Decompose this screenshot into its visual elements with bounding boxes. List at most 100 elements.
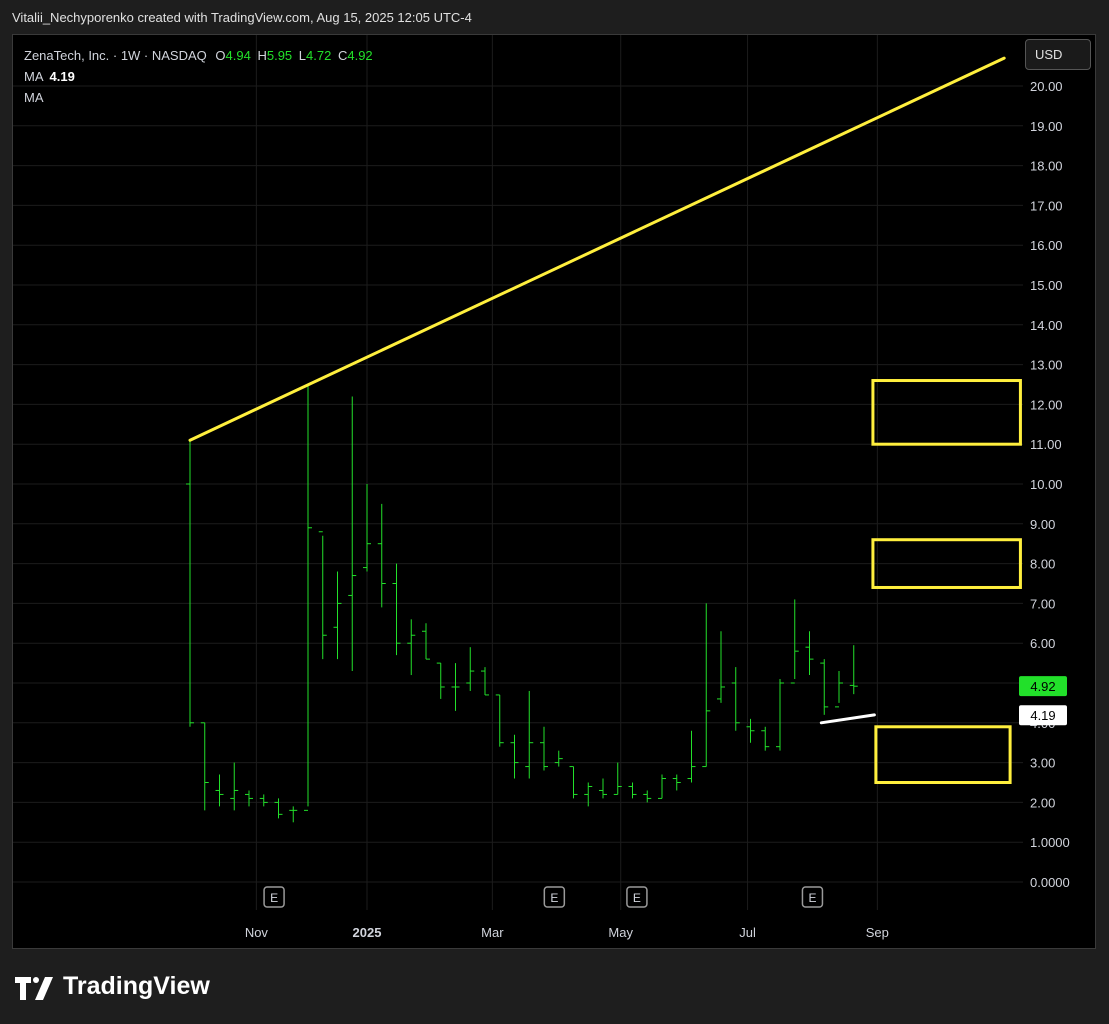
y-tick-label: 15.00 [1030,278,1063,293]
y-tick-label: 12.00 [1030,397,1063,412]
ohlc-bar [304,384,312,811]
earnings-marker[interactable]: E [263,886,285,908]
ohlc-bar [790,599,799,684]
ohlc-bar [215,774,224,807]
ohlc-bar [348,396,357,672]
ohlc-bar [820,659,829,715]
tradingview-brand: TradingView [63,972,210,1000]
zone-rectangle [874,725,1012,785]
tradingview-logo: TradingView [15,972,210,1001]
last-price-label-text: 4.92 [1030,679,1055,694]
ohlc-bar [658,774,666,799]
ohlc-bar [628,782,637,799]
y-tick-label: 14.00 [1030,318,1063,333]
ohlc-bar [554,750,563,767]
ohlc-bar [776,679,784,751]
ohlc-bar [186,440,194,727]
y-tick-label: 20.00 [1030,79,1063,94]
earnings-marker[interactable]: E [543,886,566,908]
y-tick-label: 8.00 [1030,557,1055,572]
ohlc-bar [835,671,843,708]
ohlc-bar [466,647,475,691]
last-price-label: 4.92 [1019,676,1067,697]
chart-legend: ZenaTech, Inc. · 1W · NASDAQ O4.94 H5.95… [24,45,373,108]
earnings-markers: EEEE [263,886,824,908]
ohlc-bar [702,603,711,768]
earnings-marker[interactable]: E [801,886,824,908]
ohlc-bar [274,798,283,819]
x-tick-label: Jul [739,925,756,940]
y-tick-label: 13.00 [1030,358,1063,373]
ohlc-bar [643,790,652,803]
y-tick-label: 7.00 [1030,596,1055,611]
y-tick-label: 0.0000 [1030,875,1070,890]
legend-high-key: H [257,48,267,63]
ohlc-bar [540,726,548,771]
ohlc-bar [333,571,342,660]
earnings-marker-label: E [808,891,816,905]
ohlc-bar [510,734,519,779]
ohlc-bar [805,631,814,676]
y-tick-label: 1.0000 [1030,835,1070,850]
ohlc-bar [200,722,209,811]
y-tick-label: 17.00 [1030,198,1063,213]
x-tick-label: May [608,925,633,940]
legend-low-key: L [298,48,307,63]
ohlc-bar [569,766,578,799]
grid-lines [13,35,1023,910]
earnings-marker-label: E [633,891,641,905]
legend-symbol-row: ZenaTech, Inc. · 1W · NASDAQ O4.94 H5.95… [24,45,373,66]
y-tick-label: 11.00 [1030,437,1062,452]
ma-line [819,713,876,725]
y-tick-label: 19.00 [1030,119,1063,134]
ohlc-bar [451,663,460,711]
tradingview-logo-icon [15,976,53,1000]
x-tick-label: Sep [866,925,889,940]
ohlc-bar [672,774,681,791]
y-tick-label: 18.00 [1030,159,1063,174]
ohlc-bar [245,790,253,807]
ohlc-bar [717,631,725,703]
y-tick-label: 3.00 [1030,756,1055,771]
zone-rectangle [871,379,1022,446]
legend-low: 4.72 [306,48,332,63]
x-tick-label: Nov [245,925,269,940]
ohlc-bar [731,667,740,731]
y-tick-label: 16.00 [1030,238,1063,253]
ohlc-bar [259,794,268,807]
legend-ma1-row[interactable]: MA 4.19 [24,66,373,87]
legend-ma2-label: MA [24,90,44,105]
earnings-marker-label: E [550,891,558,905]
price-labels: 4.92 4.19 [1019,676,1067,726]
legend-ma1-label: MA [24,69,44,84]
x-axis-ticks: Nov 2025 Mar May Jul Sep [245,925,889,940]
legend-ma1-value: 4.19 [49,69,75,84]
legend-high: 5.95 [266,48,293,63]
ohlc-bar [318,531,327,660]
y-tick-label: 9.00 [1030,517,1055,532]
ohlc-bar [687,730,696,783]
x-tick-label: 2025 [353,925,382,940]
ohlc-bar [761,726,770,751]
y-tick-label: 2.00 [1030,795,1055,810]
ohlc-bar [230,762,239,811]
currency-button[interactable]: USD [1025,39,1091,70]
legend-open: 4.94 [225,48,251,63]
ohlc-bar [422,623,430,660]
y-axis-ticks: 20.00 19.00 18.00 17.00 16.00 15.00 14.00 13.00… [1030,79,1070,890]
ohlc-bar [599,778,607,799]
ohlc-bar [377,503,386,608]
y-tick-label: 6.00 [1030,636,1055,651]
legend-close: 4.92 [347,48,373,63]
legend-close-key: C [337,48,348,63]
y-tick-label: 10.00 [1030,477,1063,492]
ohlc-bar [392,563,401,656]
earnings-marker[interactable]: E [626,886,648,908]
ohlc-bar [525,690,534,779]
legend-ma2-row[interactable]: MA [24,87,373,108]
price-chart[interactable]: 20.00 19.00 18.00 17.00 16.00 15.00 14.00 13.00… [0,0,1109,1024]
ohlc-bar [436,662,445,699]
legend-open-key: O [215,48,226,63]
ohlc-bar [849,645,858,695]
ohlc-bar [481,667,489,696]
